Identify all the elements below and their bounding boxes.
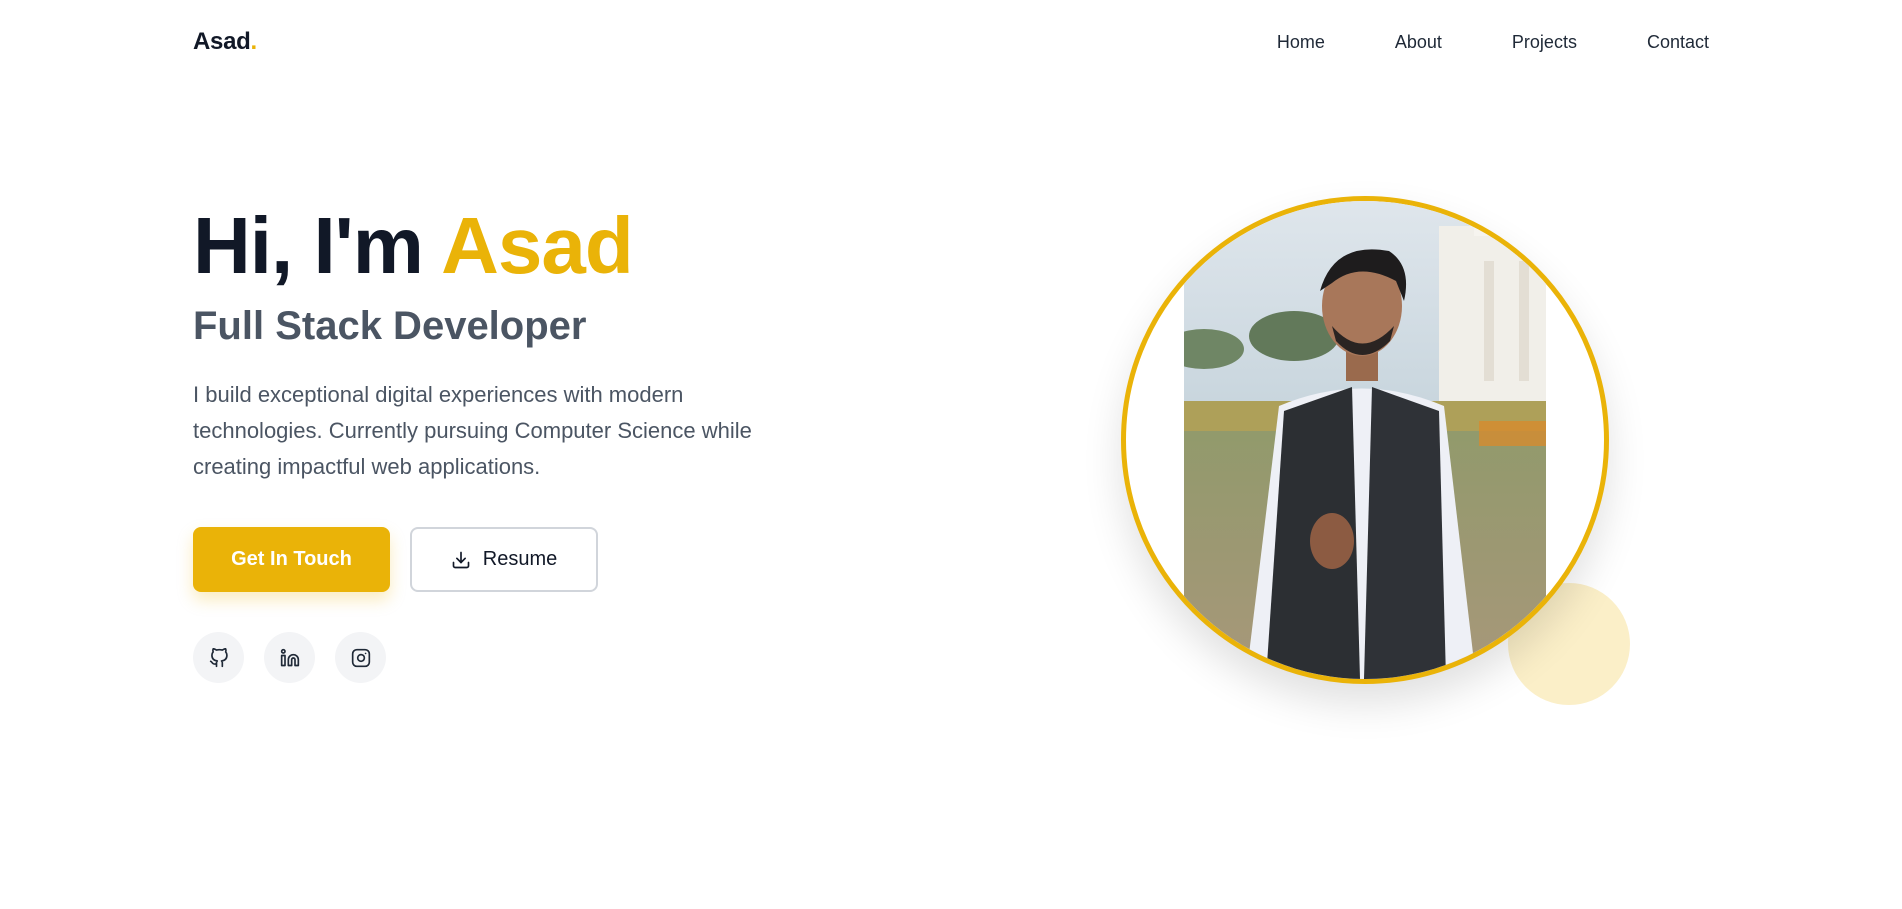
download-icon — [452, 551, 470, 568]
instagram-icon — [351, 648, 370, 667]
instagram-link[interactable] — [335, 632, 386, 683]
portfolio-page: Asad. Home About Projects Contact Hi, I'… — [0, 0, 1902, 909]
hero-buttons: Get In Touch Resume — [193, 527, 833, 592]
resume-button-label: Resume — [482, 548, 558, 570]
hero-heading: Hi, I'm Asad — [193, 198, 833, 294]
hero-intro: Hi, I'm Asad Full Stack Developer I buil… — [193, 198, 833, 683]
nav-link-contact[interactable]: Contact — [1647, 32, 1709, 53]
logo-dot: . — [250, 28, 258, 55]
hero-greeting: Hi, I'm — [193, 201, 442, 290]
hero-name: Asad — [441, 201, 634, 290]
logo[interactable]: Asad. — [193, 28, 257, 56]
nav-links: Home About Projects Contact — [1277, 32, 1709, 53]
get-in-touch-button[interactable]: Get In Touch — [193, 527, 390, 592]
profile-photo-illustration — [1184, 201, 1546, 679]
github-link[interactable] — [193, 632, 244, 683]
hero-subtitle: Full Stack Developer — [193, 304, 587, 348]
hero-description: I build exceptional digital experiences … — [193, 382, 752, 479]
nav-link-projects[interactable]: Projects — [1512, 32, 1577, 53]
logo-text: Asad — [193, 28, 251, 55]
navbar: Asad. Home About Projects Contact — [193, 22, 1709, 62]
github-icon — [209, 647, 228, 667]
profile-photo — [1121, 196, 1609, 684]
linkedin-link[interactable] — [264, 632, 315, 683]
nav-link-home[interactable]: Home — [1277, 32, 1325, 53]
nav-link-about[interactable]: About — [1395, 32, 1442, 53]
linkedin-icon — [280, 648, 299, 666]
social-links — [193, 632, 833, 683]
resume-button[interactable]: Resume — [410, 527, 598, 592]
